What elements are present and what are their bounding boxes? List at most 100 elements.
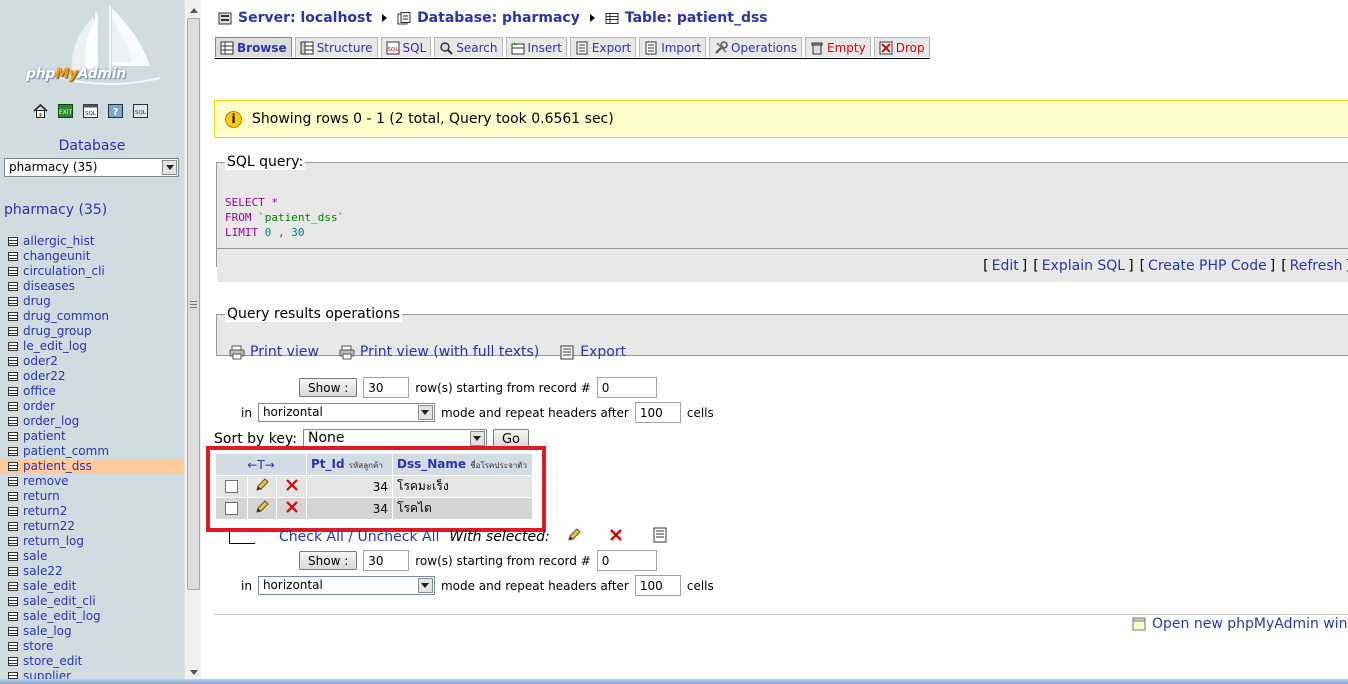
sidebar-table-order[interactable]: order — [0, 399, 184, 414]
table-browse-icon[interactable] — [8, 252, 18, 261]
sidebar-table-return-log[interactable]: return_log — [0, 534, 184, 549]
rows-input[interactable]: 30 — [363, 377, 410, 398]
table-browse-icon[interactable] — [8, 417, 18, 426]
database-heading-link[interactable]: pharmacy (35) — [4, 202, 107, 218]
table-browse-icon[interactable] — [8, 582, 18, 591]
table-browse-icon[interactable] — [8, 627, 18, 636]
sidebar-table-changeunit[interactable]: changeunit — [0, 249, 184, 264]
sidebar-table-patient-comm[interactable]: patient_comm — [0, 444, 184, 459]
table-browse-icon[interactable] — [8, 492, 18, 501]
sidebar-table-return[interactable]: return — [0, 489, 184, 504]
table-browse-icon[interactable] — [8, 657, 18, 666]
help-icon[interactable]: ? — [107, 103, 123, 119]
table-browse-icon[interactable] — [8, 642, 18, 651]
phpmyadmin-logo[interactable]: phpMyAdmin — [0, 0, 184, 95]
table-browse-icon[interactable] — [8, 507, 18, 516]
breadcrumb-table[interactable]: Table: patient_dss — [625, 10, 768, 26]
check-all-link[interactable]: Check All / Uncheck All — [279, 529, 439, 545]
tab-sql[interactable]: SQL SQL — [380, 37, 432, 57]
sidebar-table-order-log[interactable]: order_log — [0, 414, 184, 429]
sidebar-table-sale-log[interactable]: sale_log — [0, 624, 184, 639]
table-browse-icon[interactable] — [8, 297, 18, 306]
sidebar-table-circulation-cli[interactable]: circulation_cli — [0, 264, 184, 279]
sidebar-table-sale-edit-cli[interactable]: sale_edit_cli — [0, 594, 184, 609]
export-selected-icon[interactable] — [652, 527, 668, 547]
scroll-up-icon[interactable] — [186, 2, 201, 18]
sidebar-table-oder2[interactable]: oder2 — [0, 354, 184, 369]
tab-export[interactable]: Export — [569, 37, 637, 57]
sidebar-table-diseases[interactable]: diseases — [0, 279, 184, 294]
mode-select-bottom[interactable]: horizontal — [257, 576, 435, 595]
sidebar-table-le-edit-log[interactable]: le_edit_log — [0, 339, 184, 354]
breadcrumb-server[interactable]: Server: localhost — [238, 10, 372, 26]
chevron-down-icon[interactable] — [162, 160, 177, 175]
table-browse-icon[interactable] — [8, 267, 18, 276]
show-button-bottom[interactable]: Show : — [299, 551, 358, 570]
open-new-window-link[interactable]: Open new phpMyAdmin windo — [1132, 616, 1348, 632]
chevron-down-icon[interactable] — [417, 578, 433, 593]
sidebar-table-store-edit[interactable]: store_edit — [0, 654, 184, 669]
sidebar-table-sale[interactable]: sale — [0, 549, 184, 564]
sidebar-table-allergic-hist[interactable]: allergic_hist — [0, 234, 184, 249]
nav-scrollbar[interactable] — [184, 0, 201, 684]
sidebar-table-sale-edit-log[interactable]: sale_edit_log — [0, 609, 184, 624]
tab-empty[interactable]: Empty — [805, 37, 871, 57]
table-browse-icon[interactable] — [8, 462, 18, 471]
breadcrumb-database[interactable]: Database: pharmacy — [417, 10, 580, 26]
tab-search[interactable]: Search — [434, 37, 503, 57]
table-browse-icon[interactable] — [8, 432, 18, 441]
edit-link[interactable]: Edit — [992, 258, 1019, 274]
sidebar-table-return2[interactable]: return2 — [0, 504, 184, 519]
chevron-down-icon[interactable] — [469, 431, 485, 446]
table-browse-icon[interactable] — [8, 237, 18, 246]
table-browse-icon[interactable] — [8, 552, 18, 561]
refresh-link[interactable]: Refresh — [1290, 258, 1343, 274]
sidebar-table-office[interactable]: office — [0, 384, 184, 399]
sidebar-table-drug-common[interactable]: drug_common — [0, 309, 184, 324]
database-select[interactable]: pharmacy (35) — [4, 158, 179, 177]
home-icon[interactable] — [32, 103, 48, 119]
delete-selected-icon[interactable] — [608, 527, 624, 547]
export-link[interactable]: Export — [559, 344, 626, 360]
chevron-down-icon[interactable] — [417, 405, 433, 420]
table-browse-icon[interactable] — [8, 282, 18, 291]
tab-structure[interactable]: Structure — [294, 37, 378, 57]
table-browse-icon[interactable] — [8, 477, 18, 486]
sidebar-table-oder22[interactable]: oder22 — [0, 369, 184, 384]
table-browse-icon[interactable] — [8, 342, 18, 351]
sidebar-table-remove[interactable]: remove — [0, 474, 184, 489]
docs-icon[interactable]: SQL — [132, 103, 148, 119]
print-view-full-link[interactable]: Print view (with full texts) — [339, 344, 539, 360]
table-browse-icon[interactable] — [8, 597, 18, 606]
sidebar-table-sale-edit[interactable]: sale_edit — [0, 579, 184, 594]
sidebar-table-patient-dss[interactable]: patient_dss — [0, 459, 184, 474]
scroll-down-icon[interactable] — [186, 664, 201, 680]
mode-select[interactable]: horizontal — [257, 403, 435, 422]
sidebar-table-drug-group[interactable]: drug_group — [0, 324, 184, 339]
sql-window-icon[interactable]: SQL — [82, 103, 98, 119]
tab-drop[interactable]: Drop — [873, 37, 930, 57]
scrollbar-thumb[interactable] — [187, 18, 200, 590]
sidebar-table-store[interactable]: store — [0, 639, 184, 654]
table-browse-icon[interactable] — [8, 612, 18, 621]
start-record-input-bottom[interactable]: 0 — [596, 550, 657, 571]
print-view-link[interactable]: Print view — [229, 344, 319, 360]
table-browse-icon[interactable] — [8, 312, 18, 321]
table-browse-icon[interactable] — [8, 522, 18, 531]
create-php-code-link[interactable]: Create PHP Code — [1148, 258, 1267, 274]
table-browse-icon[interactable] — [8, 372, 18, 381]
sidebar-table-return22[interactable]: return22 — [0, 519, 184, 534]
table-browse-icon[interactable] — [8, 447, 18, 456]
start-record-input[interactable]: 0 — [596, 377, 657, 398]
repeat-input[interactable]: 100 — [634, 402, 681, 423]
sidebar-table-patient[interactable]: patient — [0, 429, 184, 444]
table-browse-icon[interactable] — [8, 567, 18, 576]
table-browse-icon[interactable] — [8, 387, 18, 396]
edit-selected-icon[interactable] — [566, 527, 582, 547]
explain-sql-link[interactable]: Explain SQL — [1042, 258, 1125, 274]
table-browse-icon[interactable] — [8, 537, 18, 546]
sidebar-table-sale22[interactable]: sale22 — [0, 564, 184, 579]
repeat-input-bottom[interactable]: 100 — [634, 575, 681, 596]
sidebar-table-drug[interactable]: drug — [0, 294, 184, 309]
table-browse-icon[interactable] — [8, 327, 18, 336]
